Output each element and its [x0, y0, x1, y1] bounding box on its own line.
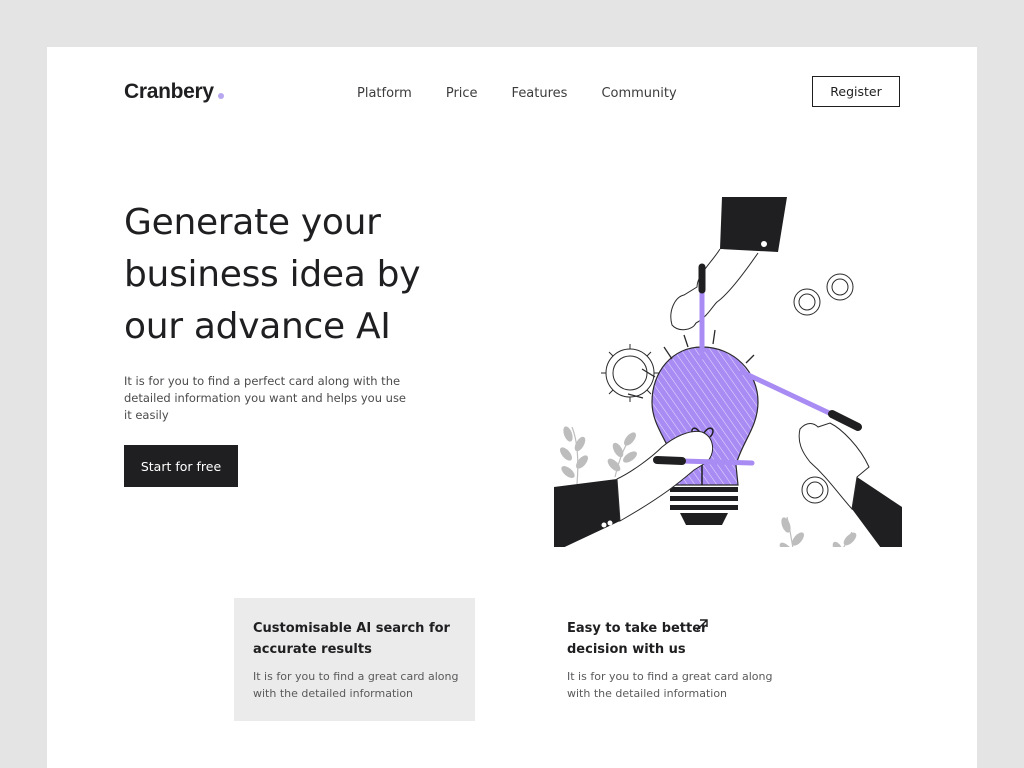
hand-icon	[720, 197, 787, 252]
feature-card-ai-search[interactable]: Customisable AI search for accurate resu…	[234, 598, 475, 721]
feature-card-better-decision[interactable]: Easy to take better decision with us It …	[548, 598, 789, 721]
logo-text: Cranbery	[124, 80, 214, 103]
arrow-up-right-icon[interactable]	[695, 618, 709, 632]
start-for-free-button[interactable]: Start for free	[124, 445, 238, 487]
logo-dot	[217, 93, 224, 99]
hero-description: It is for you to find a perfect card alo…	[124, 374, 407, 422]
landing-card: Cranbery Platform Price Features Communi…	[47, 47, 977, 768]
register-button[interactable]: Register	[812, 76, 900, 107]
feature-description: It is for you to find a great card along…	[253, 670, 459, 700]
main-nav: Platform Price Features Community	[357, 86, 711, 101]
nav-price[interactable]: Price	[446, 86, 478, 101]
feature-title: Customisable AI search for accurate resu…	[253, 621, 450, 657]
gear-icon	[601, 344, 659, 402]
nav-platform[interactable]: Platform	[357, 86, 412, 101]
nav-community[interactable]: Community	[601, 86, 676, 101]
nav-features[interactable]: Features	[512, 86, 568, 101]
logo[interactable]: Cranbery	[124, 80, 224, 104]
feature-description: It is for you to find a great card along…	[567, 670, 773, 700]
feature-title: Easy to take better decision with us	[567, 621, 708, 657]
hand-icon	[554, 479, 620, 547]
hero-title: Generate your business idea by our advan…	[124, 202, 421, 347]
lightbulb-idea-illustration	[554, 197, 902, 547]
hand-icon	[852, 477, 902, 547]
